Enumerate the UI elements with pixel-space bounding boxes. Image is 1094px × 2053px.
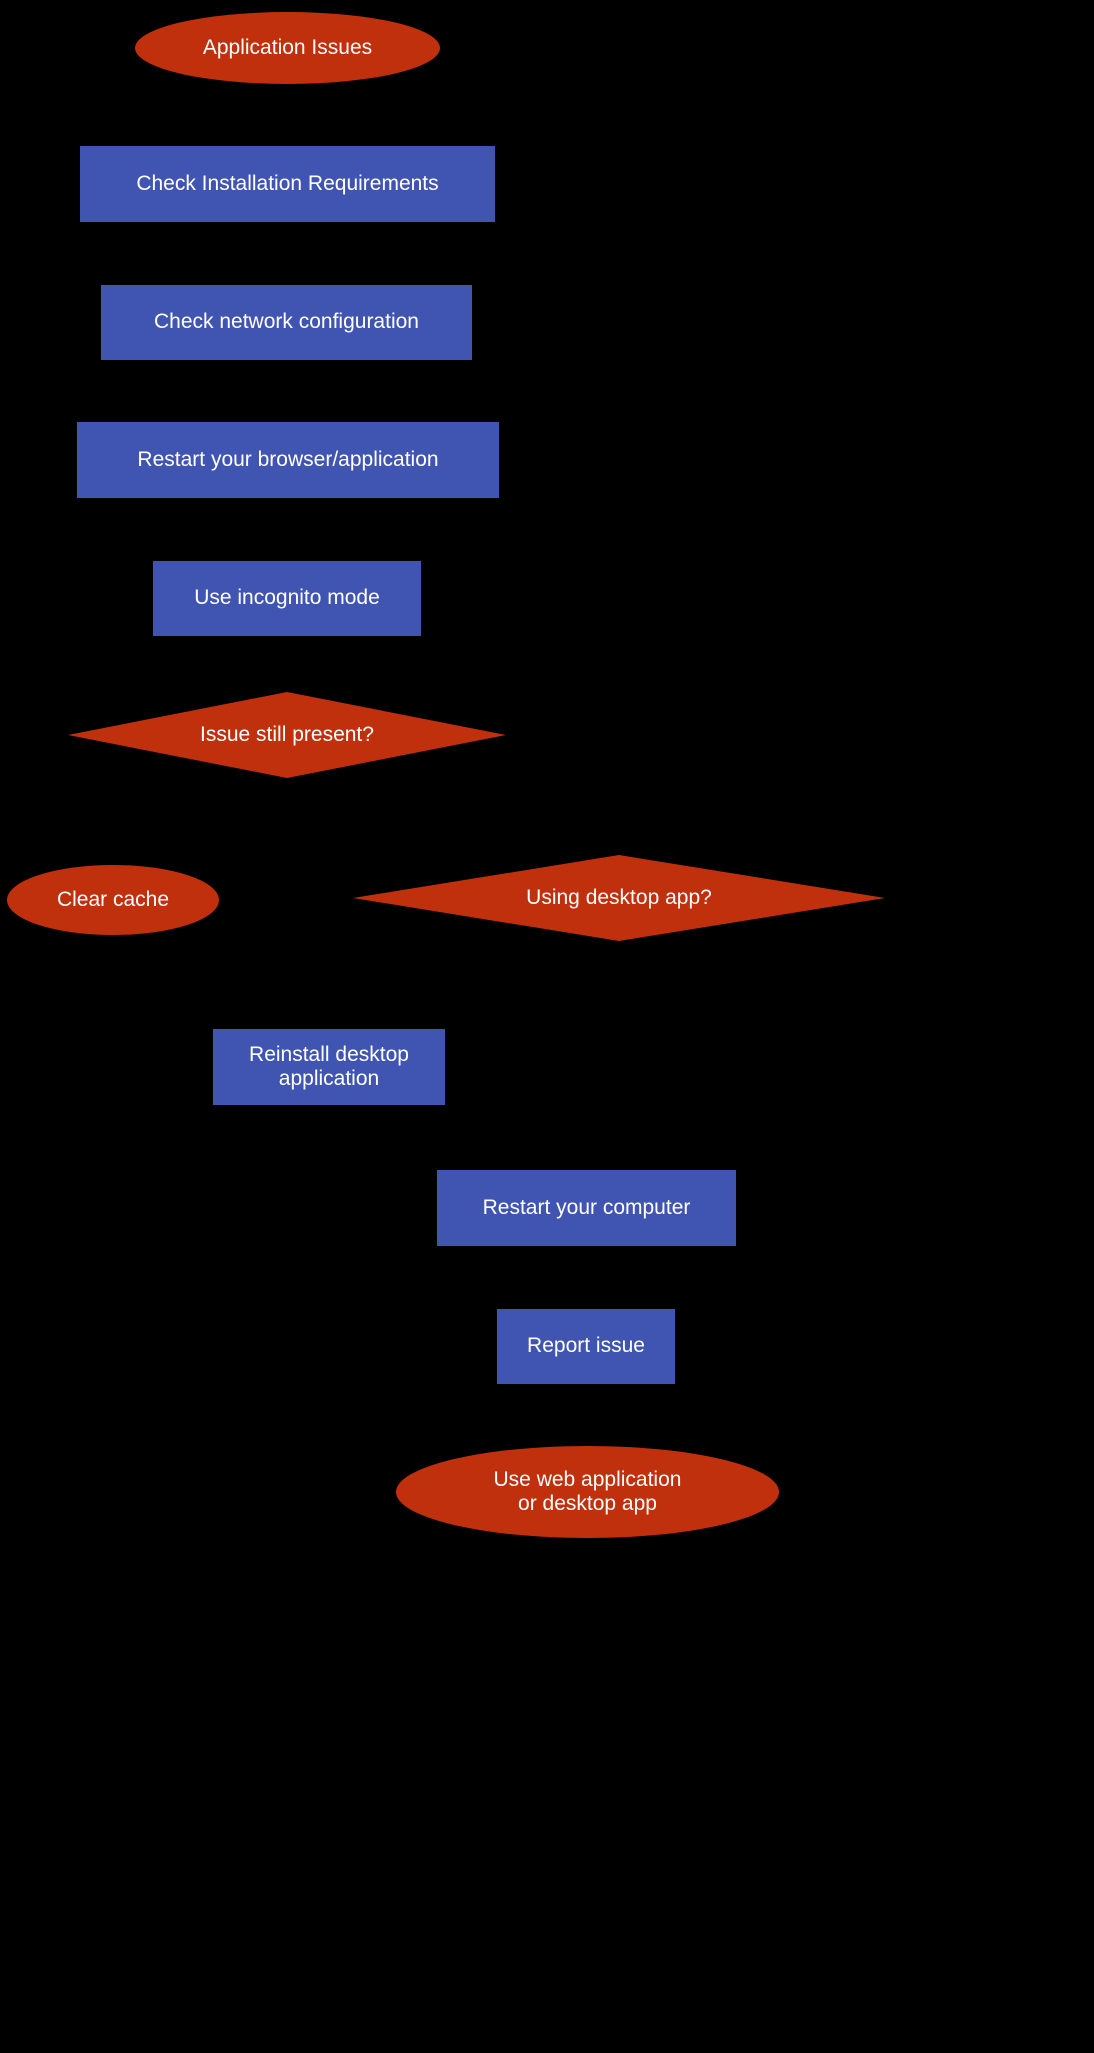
node-label: Use web application or desktop app [493,1467,682,1515]
node-label: Clear cache [56,887,170,911]
edge-segment [286,778,288,817]
node-label: Check Installation Requirements [136,171,439,195]
node-issue-still-present[interactable]: Issue still present? [68,692,506,778]
edge-segment [287,815,619,818]
edge-segment [585,1384,587,1446]
edge-segment [112,821,114,865]
node-use-web-or-desktop-app[interactable]: Use web application or desktop app [396,1446,779,1538]
edge-arrowhead [280,682,294,692]
edge-arrowhead [322,1019,336,1029]
edge-segment [285,360,288,422]
edge-segment [328,1105,330,1138]
edge-arrowhead [580,1436,595,1446]
node-label: Application Issues [202,35,373,59]
node-label: Reinstall desktop application [249,1042,409,1090]
node-label: Restart your computer [482,1195,691,1219]
edge-segment [286,636,288,692]
node-reinstall-desktop-application[interactable]: Reinstall desktop application [213,1029,445,1105]
node-report-issue[interactable]: Report issue [497,1309,675,1384]
edge-arrowhead [281,412,295,422]
edge-arrowhead [280,136,295,146]
node-use-incognito-mode[interactable]: Use incognito mode [153,561,421,636]
edge-segment [286,222,289,285]
flowchart-canvas: Application Issues Check Installation Req… [0,0,1094,2053]
edge-segment [329,984,619,986]
node-label: Using desktop app? [526,885,712,909]
edge-segment [328,985,330,1029]
node-label: Use incognito mode [194,586,380,610]
node-restart-your-computer[interactable]: Restart your computer [437,1170,736,1246]
edge-arrowhead [280,551,294,561]
edge-arrowhead [106,855,120,865]
node-check-network-configuration[interactable]: Check network configuration [101,285,472,360]
edge-segment [618,816,620,855]
edge-segment [113,820,287,823]
edge-arrowhead [279,275,294,285]
node-label: Issue still present? [200,722,374,746]
edge-arrowhead [612,845,626,855]
node-label: Restart your browser/application [137,447,439,471]
edge-segment [329,1136,587,1139]
node-label: Report issue [527,1334,645,1358]
edge-segment [585,1137,588,1170]
edge-segment [286,84,289,146]
edge-segment [618,941,620,985]
node-clear-cache[interactable]: Clear cache [7,865,219,935]
edge-arrowhead [579,1299,593,1309]
node-check-installation-requirements[interactable]: Check Installation Requirements [80,146,495,222]
node-using-desktop-app[interactable]: Using desktop app? [353,855,885,941]
node-label: Check network configuration [154,310,419,334]
edge-segment [287,498,289,561]
edge-segment [286,778,288,822]
node-restart-browser-application[interactable]: Restart your browser/application [77,422,499,498]
node-application-issues[interactable]: Application Issues [135,12,440,84]
edge-arrowhead [579,1160,594,1170]
edge-segment [585,1246,588,1309]
